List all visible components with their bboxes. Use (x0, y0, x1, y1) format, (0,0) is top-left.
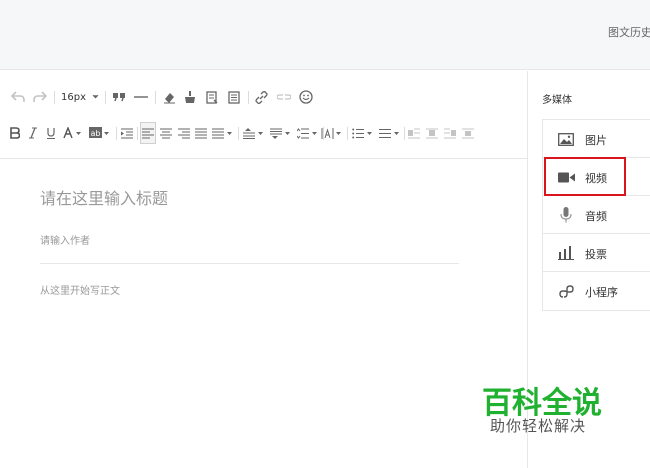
microphone-icon (557, 207, 575, 223)
toolbar-separator (347, 127, 348, 140)
video-icon (557, 169, 575, 185)
horizontal-rule-icon[interactable] (133, 86, 149, 108)
document-icon[interactable] (226, 86, 242, 108)
author-input[interactable]: 请输入作者 (40, 232, 460, 247)
font-size-value: 16px (61, 91, 86, 103)
undo-icon[interactable] (10, 86, 26, 108)
highlight-color-icon[interactable]: ab (88, 122, 112, 144)
toolbar-separator (248, 91, 249, 104)
align-center-icon[interactable] (159, 122, 173, 144)
media-item-label: 投票 (585, 248, 607, 261)
bold-icon[interactable] (8, 122, 22, 144)
align-left-icon[interactable] (140, 122, 156, 144)
image-float-right-icon[interactable] (443, 122, 457, 144)
media-item-mini-program[interactable]: 小程序 (543, 272, 650, 310)
format-brush-icon[interactable] (182, 86, 198, 108)
author-divider (40, 263, 459, 264)
vote-chart-icon (557, 245, 575, 261)
title-input[interactable]: 请在这里输入标题 (40, 185, 460, 209)
toolbar-separator (116, 127, 117, 140)
letter-spacing-icon[interactable] (320, 122, 344, 144)
toolbar-separator (404, 127, 405, 140)
paragraph-spacing-after-icon[interactable] (269, 122, 293, 144)
redo-icon[interactable] (32, 86, 48, 108)
align-right-icon[interactable] (177, 122, 191, 144)
quote-icon[interactable] (111, 86, 127, 108)
body-editor[interactable]: 从这里开始写正文 (40, 282, 460, 297)
media-item-label: 音频 (585, 210, 607, 223)
line-height-icon[interactable] (296, 122, 320, 144)
image-icon (557, 131, 575, 147)
distribute-align-icon[interactable] (211, 122, 235, 144)
toolbar-separator (54, 91, 55, 104)
italic-icon[interactable] (26, 122, 40, 144)
chevron-down-icon (92, 94, 99, 99)
media-item-label: 视频 (585, 172, 607, 185)
history-link[interactable]: 图文历史 (608, 24, 650, 40)
top-bar: 图文历史 (0, 0, 650, 70)
emoji-icon[interactable] (298, 86, 314, 108)
watermark-logo: 百科全说 助你轻松解决 (482, 378, 604, 438)
svg-text:ab: ab (91, 129, 101, 138)
mini-program-icon (557, 283, 575, 299)
toolbar-separator (238, 127, 239, 140)
image-float-left-icon[interactable] (407, 122, 421, 144)
unlink-icon[interactable] (276, 86, 292, 108)
ordered-list-icon[interactable] (351, 122, 375, 144)
media-list: 图片 视频 音频 投票 小程序 (542, 119, 650, 311)
media-item-audio[interactable]: 音频 (543, 196, 650, 234)
media-item-label: 小程序 (585, 286, 618, 299)
toolbar-separator (105, 91, 106, 104)
image-inline-icon[interactable] (425, 122, 439, 144)
toolbar-separator (155, 91, 156, 104)
font-size-select[interactable]: 16px (61, 86, 99, 108)
media-item-video[interactable]: 视频 (543, 158, 650, 196)
indent-icon[interactable] (120, 122, 134, 144)
link-icon[interactable] (253, 86, 269, 108)
toolbar-divider (0, 158, 527, 159)
paragraph-spacing-before-icon[interactable] (242, 122, 266, 144)
editor-panel: 16px ab 请在这里输入标题 请输入作者 从这里开始写正文 (0, 71, 527, 468)
media-item-vote[interactable]: 投票 (543, 234, 650, 272)
font-color-icon[interactable] (62, 122, 84, 144)
toolbar-separator (137, 127, 138, 140)
media-item-image[interactable]: 图片 (543, 120, 650, 158)
watermark-subtitle: 助你轻松解决 (490, 417, 587, 435)
underline-icon[interactable] (44, 122, 58, 144)
insert-template-icon[interactable] (204, 86, 220, 108)
eraser-icon[interactable] (161, 86, 177, 108)
media-item-label: 图片 (585, 134, 607, 147)
media-heading: 多媒体 (542, 95, 572, 106)
unordered-list-icon[interactable] (378, 122, 402, 144)
align-justify-icon[interactable] (194, 122, 208, 144)
image-center-icon[interactable] (461, 122, 475, 144)
